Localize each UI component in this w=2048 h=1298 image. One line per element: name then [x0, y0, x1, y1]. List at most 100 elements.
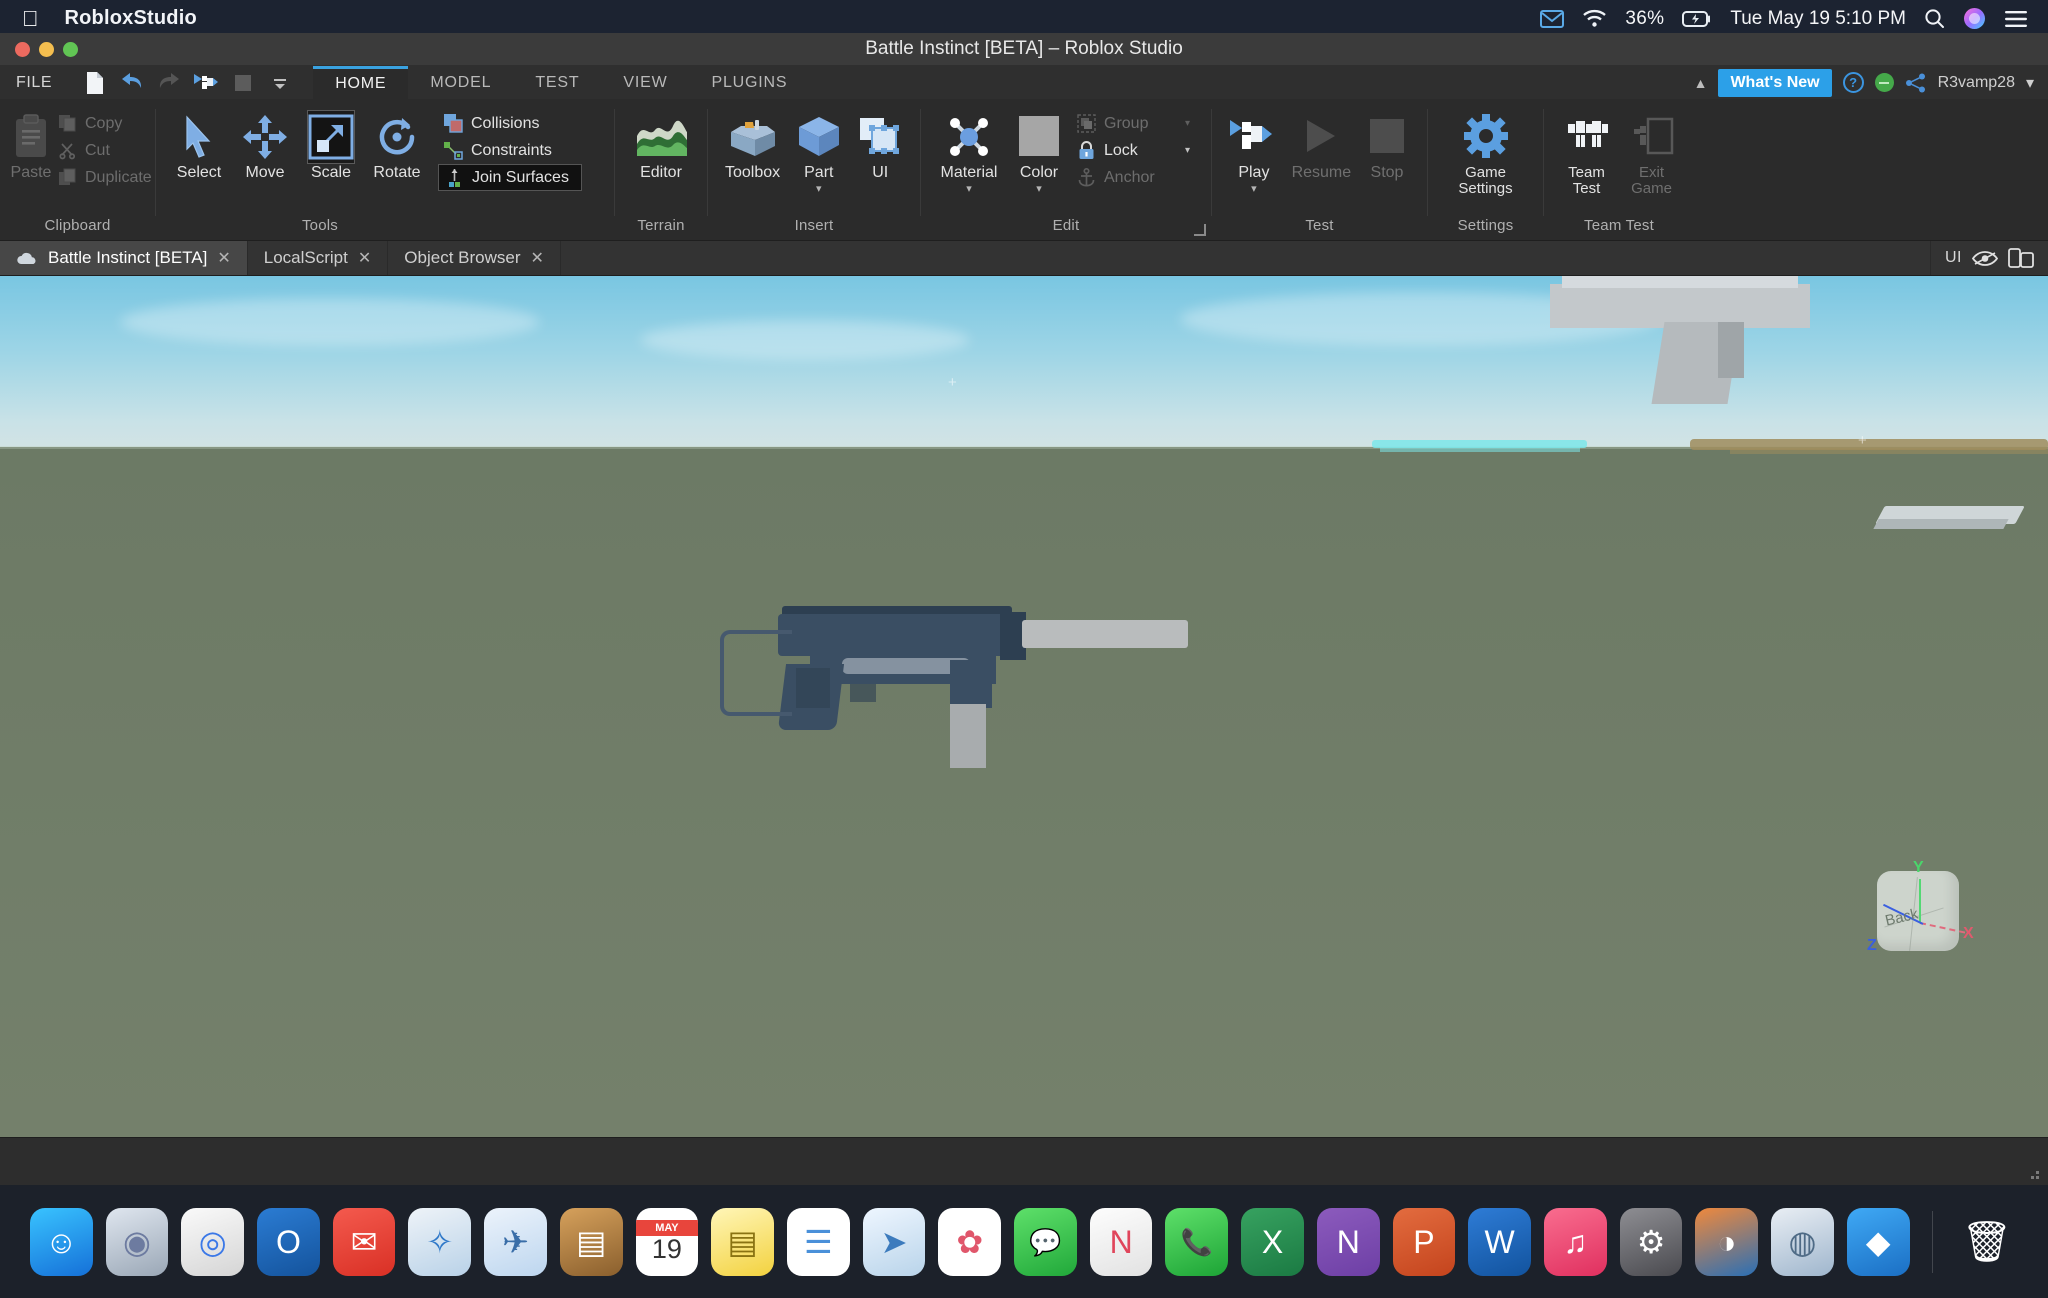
overflow-icon[interactable]: [267, 71, 293, 95]
redo-icon[interactable]: [156, 71, 182, 95]
color-caret-icon[interactable]: ▾: [1036, 183, 1042, 194]
part-caret-icon[interactable]: ▾: [816, 183, 822, 194]
dock-app-news[interactable]: N: [1089, 1207, 1153, 1276]
dock-app-messages[interactable]: 💬: [1014, 1207, 1077, 1276]
battery-percentage[interactable]: 36%: [1625, 8, 1664, 30]
wifi-icon[interactable]: [1582, 9, 1607, 28]
material-button[interactable]: Material ▾: [931, 106, 1007, 194]
dock-app-notes[interactable]: ▤: [711, 1207, 774, 1276]
ribbon-tab-test[interactable]: TEST: [513, 66, 601, 99]
menu-bar-clock[interactable]: Tue May 19 5:10 PM: [1730, 8, 1906, 30]
dock-trash[interactable]: 🗑: [1955, 1208, 2018, 1276]
doc-tab-localscript[interactable]: LocalScript ✕: [248, 241, 389, 275]
game-settings-button[interactable]: Game Settings: [1440, 106, 1532, 197]
dock-app-google-chrome[interactable]: ◎: [181, 1207, 245, 1276]
collisions-toggle[interactable]: Collisions: [438, 110, 582, 137]
cut-button[interactable]: Cut: [52, 137, 157, 164]
siri-icon[interactable]: [1963, 7, 1986, 30]
dock-app-calendar[interactable]: MAY 19: [635, 1207, 699, 1276]
apple-logo-icon[interactable]: : [22, 7, 39, 30]
copy-button[interactable]: Copy: [52, 110, 157, 137]
ui-button[interactable]: UI: [850, 106, 910, 182]
dock-app-mail[interactable]: ✈: [484, 1207, 547, 1276]
dock-app-finder[interactable]: ☺: [29, 1207, 93, 1276]
play-button[interactable]: Play ▾: [1222, 106, 1286, 194]
file-menu-button[interactable]: FILE: [0, 66, 68, 99]
dock-app-outlook[interactable]: O: [257, 1207, 320, 1276]
help-question-icon[interactable]: ?: [1842, 72, 1864, 93]
ribbon-tab-home[interactable]: HOME: [313, 66, 409, 99]
edit-dialog-launcher[interactable]: [1194, 224, 1206, 236]
part-button[interactable]: Part ▾: [787, 106, 850, 194]
undo-icon[interactable]: [119, 71, 145, 95]
toolbox-button[interactable]: Toolbox: [718, 106, 787, 182]
lock-button[interactable]: Lock ▾: [1071, 137, 1195, 164]
dock-app-safari[interactable]: ✧: [408, 1207, 472, 1276]
dock-app-maps[interactable]: ➤: [862, 1207, 926, 1276]
dock-app-system-preferences[interactable]: ⚙: [1619, 1207, 1683, 1276]
doc-tab-localscript-close[interactable]: ✕: [358, 248, 371, 268]
distant-pistol-model[interactable]: [1540, 276, 1820, 420]
submachine-gun-model[interactable]: [700, 606, 1300, 866]
battery-charging-icon[interactable]: [1682, 10, 1712, 27]
dock-app-excel[interactable]: X: [1241, 1207, 1304, 1276]
team-test-button[interactable]: Team Test: [1554, 106, 1619, 197]
scale-tool-button[interactable]: Scale: [298, 106, 364, 182]
color-button[interactable]: Color ▾: [1007, 106, 1071, 194]
exit-game-button[interactable]: Exit Game: [1619, 106, 1684, 197]
doc-tab-place-close[interactable]: ✕: [217, 248, 230, 268]
play-solo-icon[interactable]: [193, 71, 219, 95]
dock-app-contacts[interactable]: ▤: [559, 1207, 623, 1276]
dock-app-facetime[interactable]: 📞: [1165, 1207, 1229, 1276]
device-emulation-icon[interactable]: [2008, 247, 2034, 269]
dock-app-reminders[interactable]: ☰: [786, 1207, 850, 1276]
dock-app-gmail[interactable]: ✉: [332, 1207, 396, 1276]
anchor-button[interactable]: Anchor: [1071, 164, 1195, 191]
constraints-toggle[interactable]: Constraints: [438, 137, 582, 164]
chevron-up-icon[interactable]: ▲: [1694, 75, 1708, 91]
distant-part[interactable]: [1873, 519, 2009, 529]
group-button[interactable]: Group ▾: [1071, 110, 1195, 137]
stop-square-icon[interactable]: [230, 71, 256, 95]
join-surfaces-toggle[interactable]: Join Surfaces: [438, 164, 582, 191]
ribbon-tab-plugins[interactable]: PLUGINS: [690, 66, 810, 99]
resume-button[interactable]: Resume: [1286, 106, 1357, 182]
ui-visibility-label[interactable]: UI: [1945, 249, 1962, 267]
dock-app-onenote[interactable]: N: [1316, 1207, 1380, 1276]
dock-app-powerpoint[interactable]: P: [1392, 1207, 1456, 1276]
share-icon[interactable]: [1905, 73, 1927, 93]
doc-tab-object-browser-close[interactable]: ✕: [530, 248, 543, 268]
lock-caret-icon[interactable]: ▾: [1171, 145, 1190, 156]
presence-status-icon[interactable]: [1874, 73, 1894, 92]
search-icon[interactable]: [1924, 8, 1945, 29]
ribbon-tab-model[interactable]: MODEL: [408, 66, 513, 99]
rotate-tool-button[interactable]: Rotate: [364, 106, 430, 182]
doc-tab-place[interactable]: Battle Instinct [BETA] ✕: [0, 241, 248, 275]
view-navigation-cube[interactable]: Y X Z Back: [1863, 855, 1974, 965]
mail-icon[interactable]: [1540, 9, 1565, 28]
dock-app-itunes[interactable]: ♫: [1544, 1207, 1607, 1276]
account-name[interactable]: R3vamp28: [1938, 74, 2015, 92]
terrain-editor-button[interactable]: Editor: [628, 106, 694, 182]
duplicate-button[interactable]: Duplicate: [52, 164, 157, 191]
notification-center-icon[interactable]: [2004, 10, 2028, 28]
dock-app-roblox-studio[interactable]: ◍: [1771, 1207, 1834, 1276]
active-app-name[interactable]: RobloxStudio: [65, 7, 197, 30]
ribbon-tab-view[interactable]: VIEW: [601, 66, 689, 99]
account-caret-icon[interactable]: ▾: [2026, 73, 2034, 93]
dock-app-launchpad[interactable]: ◉: [105, 1207, 169, 1276]
group-caret-icon[interactable]: ▾: [1171, 118, 1190, 129]
resize-grip[interactable]: [2026, 1166, 2040, 1180]
new-document-icon[interactable]: [82, 71, 108, 95]
dock-app-roblox-player[interactable]: ◆: [1846, 1207, 1910, 1276]
select-tool-button[interactable]: Select: [166, 106, 232, 182]
whats-new-button[interactable]: What's New: [1718, 68, 1832, 97]
dock-app-photos[interactable]: ✿: [938, 1207, 1002, 1276]
dock-app-blender[interactable]: ◑: [1695, 1207, 1759, 1276]
play-caret-icon[interactable]: ▾: [1251, 183, 1257, 194]
move-tool-button[interactable]: Move: [232, 106, 298, 182]
stop-button[interactable]: Stop: [1357, 106, 1417, 182]
3d-viewport[interactable]: + + Y X Z Back: [0, 276, 2048, 1137]
material-caret-icon[interactable]: ▾: [966, 183, 972, 194]
dock-app-word[interactable]: W: [1468, 1207, 1531, 1276]
